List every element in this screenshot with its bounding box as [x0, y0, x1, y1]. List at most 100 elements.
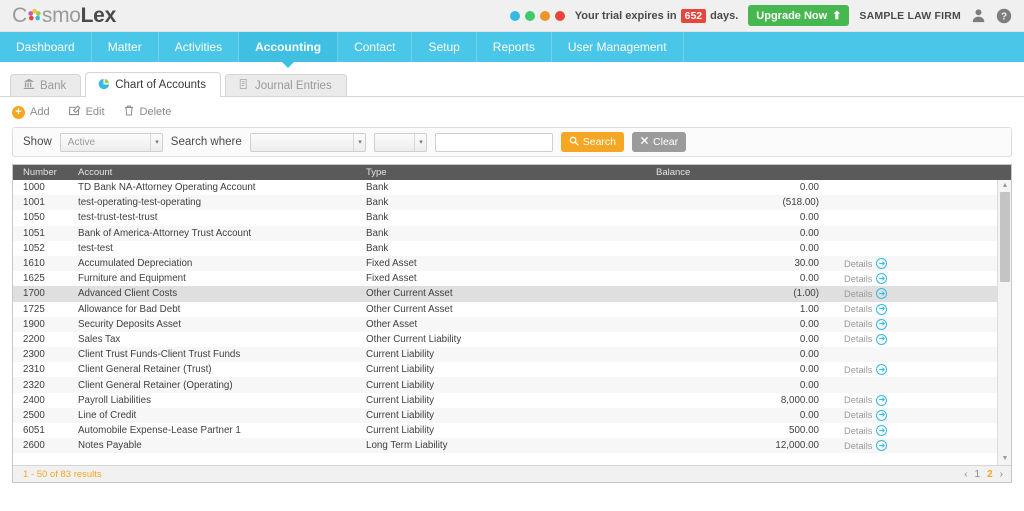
details-link[interactable]: Details	[844, 334, 872, 344]
table-row[interactable]: 2400 Payroll Liabilities Current Liability…	[13, 393, 1011, 408]
column-header-balance[interactable]: Balance	[656, 167, 952, 178]
clear-button-label: Clear	[653, 136, 679, 148]
upgrade-now-button[interactable]: Upgrade Now ⬆	[748, 5, 850, 26]
arrow-right-circle-icon[interactable]: ➜	[876, 318, 888, 330]
nav-item-reports[interactable]: Reports	[477, 32, 552, 62]
details-link[interactable]: Details	[844, 441, 872, 451]
table-row[interactable]: 2320 Client General Retainer (Operating) C…	[13, 377, 1011, 393]
nav-item-label: Dashboard	[16, 40, 75, 54]
show-select[interactable]: Active ▾	[59, 132, 163, 152]
cell-type: Current Liability	[366, 379, 435, 391]
arrow-right-circle-icon[interactable]: ➜	[876, 409, 888, 421]
arrow-right-circle-icon[interactable]: ➜	[876, 440, 888, 452]
details-link[interactable]: Details	[844, 410, 872, 420]
table-row[interactable]: 1610 Accumulated Depreciation Fixed Asset 3…	[13, 255, 1011, 272]
arrow-right-circle-icon[interactable]: ➜	[876, 394, 888, 406]
table-row[interactable]: 2600 Notes Payable Long Term Liability 12,0…	[13, 438, 1011, 454]
tab-bank[interactable]: Bank	[10, 74, 82, 96]
sub-tab-bar: Bank Chart of Accounts Journal Entries	[0, 67, 1024, 97]
column-header-type[interactable]: Type	[366, 167, 656, 178]
search-operator-select[interactable]: ▾	[373, 132, 427, 152]
app-logo[interactable]: C smo Lex	[12, 4, 116, 28]
arrow-right-circle-icon[interactable]: ➜	[876, 288, 888, 300]
column-header-number[interactable]: Number	[23, 167, 78, 178]
table-row[interactable]: 1700 Advanced Client Costs Other Current A…	[13, 286, 1011, 302]
cell-balance-group: 30.00 Details ➜	[656, 258, 952, 270]
chevron-down-icon: ▾	[414, 133, 423, 151]
nav-item-dashboard[interactable]: Dashboard	[0, 32, 92, 62]
delete-button[interactable]: Delete	[123, 104, 171, 120]
scroll-up-icon[interactable]: ▲	[998, 180, 1011, 192]
arrow-right-circle-icon[interactable]: ➜	[876, 273, 888, 285]
table-row[interactable]: 1050 test-trust-test-trust Bank 0.00	[13, 210, 1011, 225]
nav-item-label: Accounting	[255, 40, 322, 54]
nav-item-contact[interactable]: Contact	[338, 32, 413, 62]
details-cell: Details ➜	[819, 288, 939, 300]
table-row[interactable]: 1725 Allowance for Bad Debt Other Current …	[13, 302, 1011, 317]
column-header-account[interactable]: Account	[78, 167, 366, 178]
top-header-bar: C smo Lex Your trial expires in 652 days.…	[0, 0, 1024, 32]
details-link[interactable]: Details	[844, 395, 872, 405]
table-row[interactable]: 2300 Client Trust Funds-Client Trust Fund…	[13, 347, 1011, 363]
scrollbar-thumb[interactable]	[1000, 192, 1010, 282]
user-icon[interactable]	[971, 8, 986, 23]
search-field-select[interactable]: ▾	[249, 132, 366, 152]
nav-item-setup[interactable]: Setup	[412, 32, 477, 62]
nav-item-user-management[interactable]: User Management	[552, 32, 684, 62]
table-row[interactable]: 1625 Furniture and Equipment Fixed Asset 0.…	[13, 271, 1011, 286]
arrow-right-circle-icon[interactable]: ➜	[876, 425, 888, 437]
arrow-right-circle-icon[interactable]: ➜	[876, 333, 888, 345]
cell-type: Bank	[366, 182, 389, 194]
details-link[interactable]: Details	[844, 365, 872, 375]
details-link[interactable]: Details	[844, 289, 872, 299]
details-link[interactable]: Details	[844, 426, 872, 436]
nav-item-matter[interactable]: Matter	[92, 32, 159, 62]
pagination-next[interactable]: ›	[1000, 469, 1003, 480]
table-row[interactable]: 1001 test-operating-test-operating Bank (51…	[13, 195, 1011, 211]
cell-balance-group: (518.00)	[656, 197, 952, 208]
table-row[interactable]: 1052 test-test Bank 0.00	[13, 241, 1011, 256]
help-icon[interactable]: ?	[996, 8, 1012, 24]
vertical-scrollbar[interactable]: ▲ ▼	[997, 180, 1011, 465]
arrow-right-circle-icon[interactable]: ➜	[876, 258, 888, 270]
accounts-grid-wrapper: Number Account Type Balance 1000 TD Bank …	[0, 164, 1024, 483]
nav-item-accounting[interactable]: Accounting	[239, 32, 339, 68]
cell-balance-group: 0.00 Details ➜	[656, 318, 952, 330]
tab-chart-of-accounts[interactable]: Chart of Accounts	[85, 72, 221, 97]
nav-item-activities[interactable]: Activities	[159, 32, 240, 62]
details-cell: Details ➜	[819, 318, 939, 330]
table-row[interactable]: 2310 Client General Retainer (Trust) Curre…	[13, 362, 1011, 377]
details-link[interactable]: Details	[844, 259, 872, 269]
table-row[interactable]: 1000 TD Bank NA-Attorney Operating Accoun…	[13, 180, 1011, 195]
details-cell: Details ➜	[819, 440, 939, 452]
search-button[interactable]: Search	[560, 132, 625, 152]
pagination-page-2[interactable]: 2	[987, 469, 993, 480]
cell-balance: 0.00	[799, 182, 819, 194]
edit-button[interactable]: Edit	[68, 104, 105, 120]
logo-text-lex: Lex	[80, 3, 117, 27]
details-link[interactable]: Details	[844, 274, 872, 284]
table-row[interactable]: 2200 Sales Tax Other Current Liability 0.00…	[13, 332, 1011, 347]
logo-text-c: C	[12, 3, 27, 27]
pagination-page-1[interactable]: 1	[975, 469, 981, 480]
clear-button[interactable]: Clear	[632, 132, 687, 152]
dot-red	[554, 10, 565, 21]
table-row[interactable]: 1051 Bank of America-Attorney Trust Accou…	[13, 225, 1011, 241]
details-cell: Details ➜	[819, 364, 939, 376]
pagination-prev[interactable]: ‹	[964, 469, 967, 480]
arrow-right-circle-icon[interactable]: ➜	[876, 303, 888, 315]
search-input[interactable]	[434, 132, 553, 152]
table-row[interactable]: 1900 Security Deposits Asset Other Asset 0.…	[13, 316, 1011, 332]
add-button[interactable]: + Add	[12, 105, 50, 119]
cell-number: 1700	[23, 288, 45, 300]
cell-number: 1900	[23, 318, 45, 330]
tab-journal-entries[interactable]: Journal Entries	[225, 74, 347, 96]
trial-suffix: days.	[710, 9, 739, 22]
details-link[interactable]: Details	[844, 319, 872, 329]
table-row[interactable]: 2500 Line of Credit Current Liability 0.00 D…	[13, 407, 1011, 423]
details-link[interactable]: Details	[844, 304, 872, 314]
scroll-down-icon[interactable]: ▼	[998, 453, 1011, 465]
accounts-grid: Number Account Type Balance 1000 TD Bank …	[12, 164, 1012, 483]
arrow-right-circle-icon[interactable]: ➜	[876, 364, 888, 376]
table-row[interactable]: 6051 Automobile Expense-Lease Partner 1 Cu…	[13, 423, 1011, 438]
